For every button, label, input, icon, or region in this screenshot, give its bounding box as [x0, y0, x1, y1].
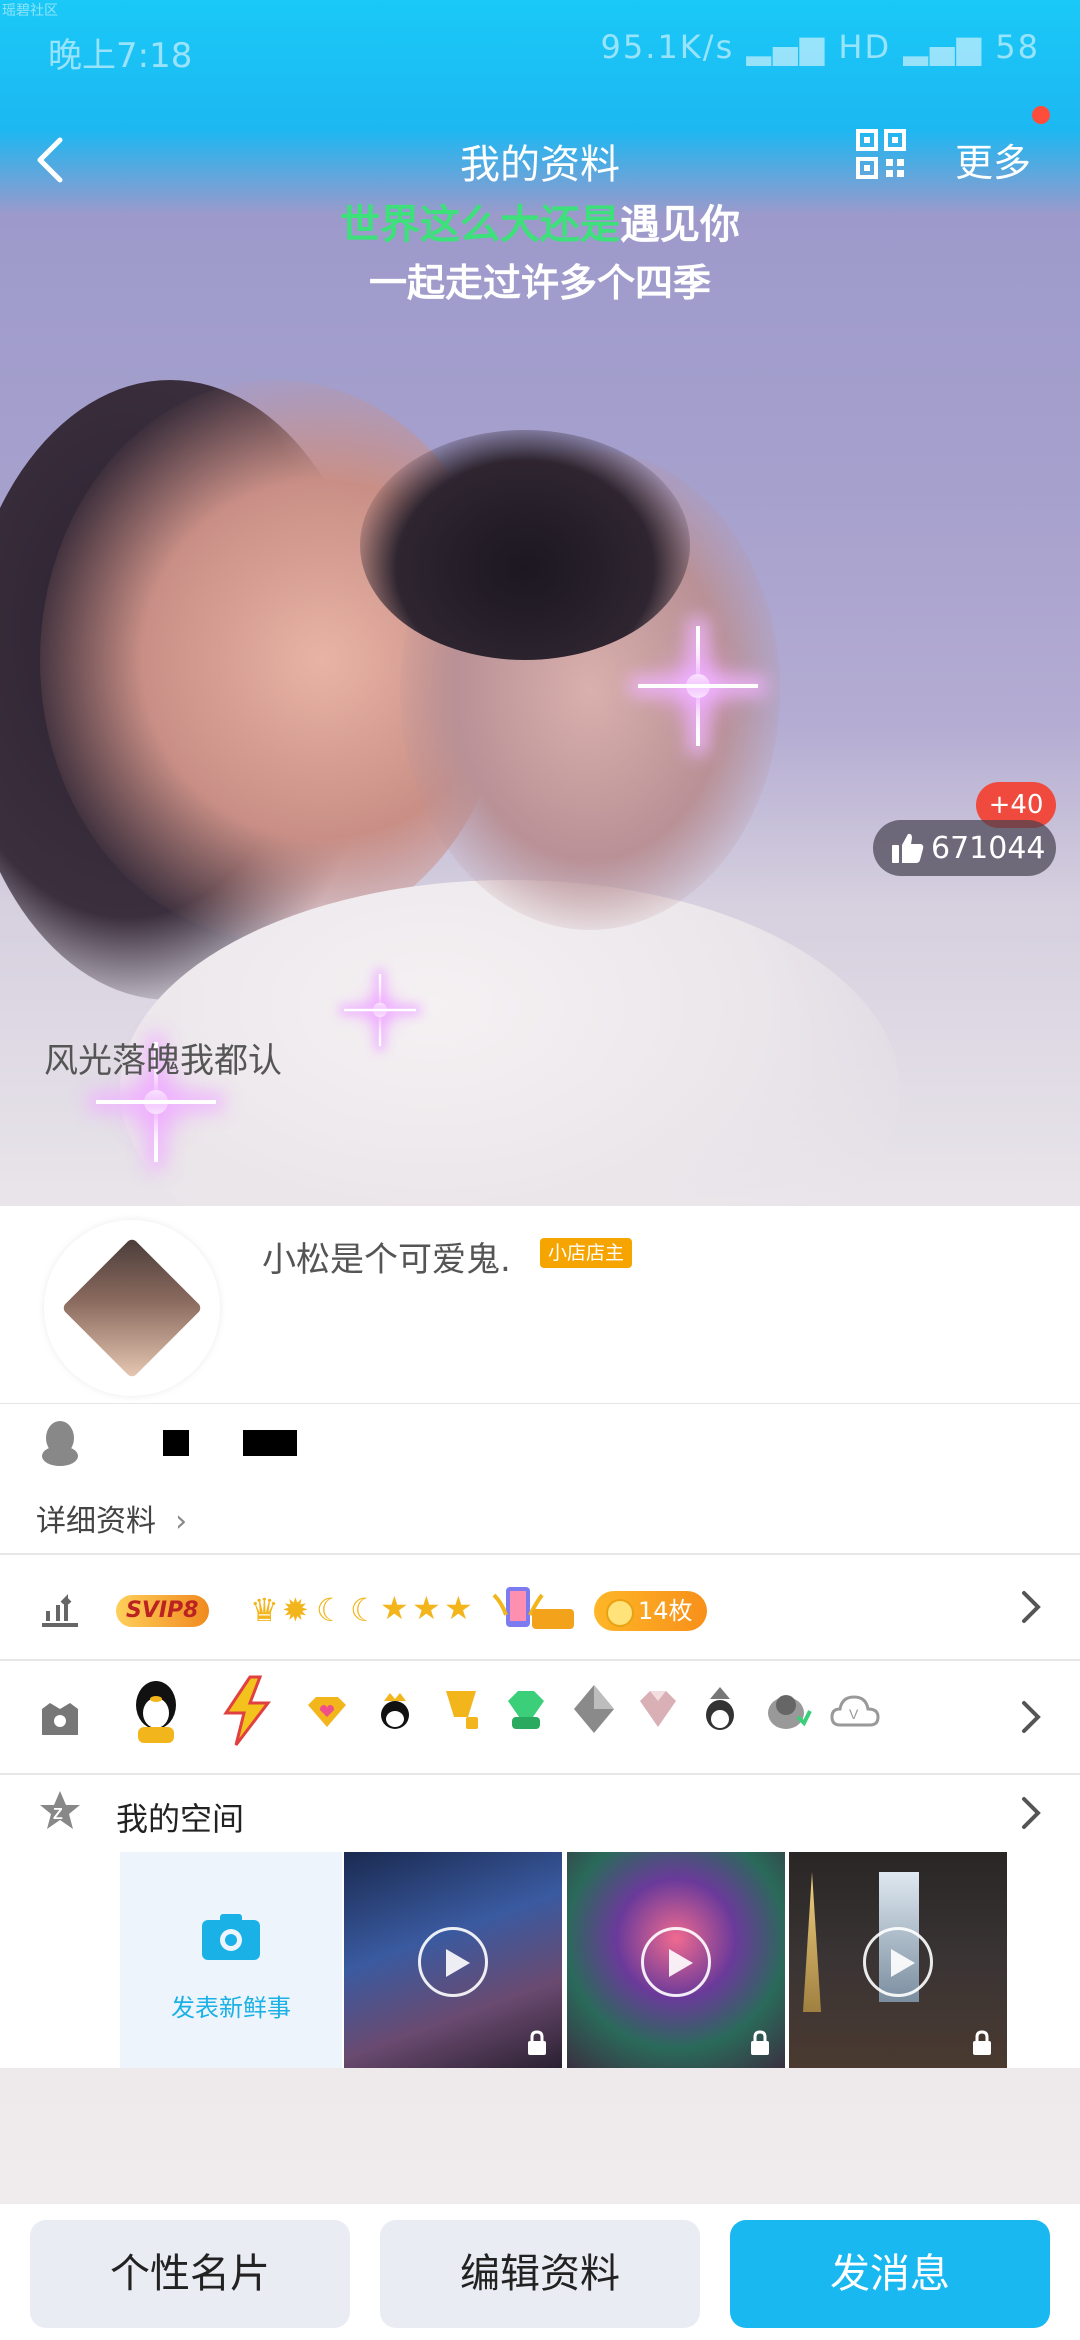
camera-icon [202, 1914, 260, 1960]
nickname: 小松是个可爱鬼. [262, 1240, 511, 1280]
lyric-rest: 遇见你 [620, 202, 740, 248]
svip-badge[interactable]: SVIP8 [116, 1595, 209, 1627]
status-bar: 瑶碧社区 晚上7:18 95.1K/s ▂▄▆ HD ▂▄▆ 58 [0, 0, 1080, 96]
level-up-icon [42, 1594, 78, 1627]
moon-icon: ☾ [316, 1591, 345, 1629]
watermark: 瑶碧社区 [2, 3, 58, 19]
lock-icon [973, 2030, 991, 2055]
shop-owner-badge[interactable]: 小店店主 [540, 1238, 633, 1268]
signature-text: 风光落魄我都认 [44, 1041, 282, 1081]
lock-icon [751, 2030, 769, 2055]
hd-badge: HD [838, 28, 892, 66]
medal-box-icon [42, 1703, 78, 1735]
moon-icon: ☾ [350, 1591, 379, 1629]
sparkle-icon [344, 974, 416, 1046]
phone-talent-badge-icon[interactable] [492, 1585, 576, 1631]
sun-icon: ✹ [282, 1591, 309, 1629]
play-icon [641, 1927, 711, 1997]
lyric-line-1: 世界这么大还是遇见你 [0, 192, 1080, 250]
star-icon: ★ [444, 1589, 473, 1627]
qr-code-icon[interactable] [855, 128, 907, 180]
penguin-hat-icon [706, 1687, 734, 1730]
space-video-thumbnail[interactable] [344, 1852, 562, 2068]
lyric-line-2: 一起走过许多个四季 [368, 261, 711, 305]
send-message-button[interactable]: 发消息 [730, 2220, 1050, 2328]
penguin-lv8-icon [136, 1681, 176, 1743]
lyric-highlight: 世界这么大还是 [340, 202, 620, 248]
page-title: 我的资料 [460, 142, 620, 188]
gray-crystal-icon [574, 1685, 614, 1733]
more-button[interactable]: 更多 [955, 132, 1031, 187]
coins-badge[interactable]: 14枚 [594, 1591, 707, 1631]
profile-header: 小松是个可爱鬼. 小店店主 [0, 1206, 1080, 1404]
qq-penguin-icon [42, 1421, 78, 1466]
chevron-right-icon [1022, 1797, 1041, 1829]
detail-info-label: 详细资料 [36, 1504, 156, 1539]
notification-dot [1032, 106, 1050, 124]
lightning-lv9-icon [223, 1675, 272, 1746]
like-count: 671044 [931, 830, 1046, 866]
medal-row[interactable]: V [0, 1661, 1080, 1773]
sparkle-icon [638, 626, 758, 746]
diamond-icon [640, 1691, 676, 1727]
trophy-icon [446, 1691, 478, 1729]
gem-heart-icon [308, 1697, 346, 1727]
avatar[interactable] [44, 1220, 220, 1396]
penguin-stone-icon [768, 1695, 812, 1729]
thumbs-up-icon [892, 833, 924, 863]
chevron-right-icon [1022, 1591, 1041, 1623]
svg-text:Z: Z [53, 1806, 63, 1823]
avatar-image [61, 1237, 203, 1379]
status-time: 晚上7:18 [48, 36, 193, 76]
svg-text:V: V [849, 1706, 859, 1722]
profile-card-button[interactable]: 个性名片 [30, 2220, 350, 2328]
play-icon [418, 1927, 488, 1997]
green-gem-lv6-icon [508, 1691, 544, 1729]
cloud-vip-icon: V [830, 1695, 880, 1727]
star-icon: ★ [412, 1589, 441, 1627]
status-indicators: 95.1K/s ▂▄▆ HD ▂▄▆ 58 [601, 28, 1040, 66]
signal-icon: ▂▄▆ [903, 28, 984, 66]
account-info-row: 详细资料 › [0, 1404, 1080, 1554]
signal-icon: ▂▄▆ [746, 28, 827, 66]
space-title: 我的空间 [116, 1800, 245, 1838]
lock-icon [528, 2030, 546, 2055]
chevron-right-icon [1022, 1701, 1041, 1733]
vip-row[interactable]: SVIP8 ♛ ✹ ☾ ☾ ★ ★ ★ 14枚 [0, 1555, 1080, 1659]
crown-icon: ♛ [250, 1591, 279, 1629]
spire-shape [803, 1872, 821, 2012]
post-new-button[interactable]: 发表新鲜事 [120, 1852, 342, 2068]
edit-profile-button[interactable]: 编辑资料 [380, 2220, 700, 2328]
play-icon [863, 1927, 933, 1997]
star-icon: ★ [380, 1589, 409, 1627]
space-video-thumbnail[interactable] [789, 1852, 1007, 2068]
redacted-mask [243, 1430, 297, 1456]
detail-info-link[interactable]: 详细资料 › [36, 1496, 187, 1540]
redacted-mask [163, 1430, 189, 1456]
star-z-icon: Z [40, 1791, 80, 1829]
chevron-right-icon: › [165, 1504, 188, 1539]
post-new-label: 发表新鲜事 [171, 1994, 291, 2022]
net-speed: 95.1K/s [600, 28, 735, 66]
space-video-thumbnail[interactable] [567, 1852, 785, 2068]
penguin-crown-icon [381, 1693, 409, 1729]
battery-level: 58 [995, 28, 1040, 66]
like-button[interactable]: 671044 [873, 820, 1056, 876]
bottom-action-bar: 个性名片 编辑资料 发消息 [0, 2204, 1080, 2340]
